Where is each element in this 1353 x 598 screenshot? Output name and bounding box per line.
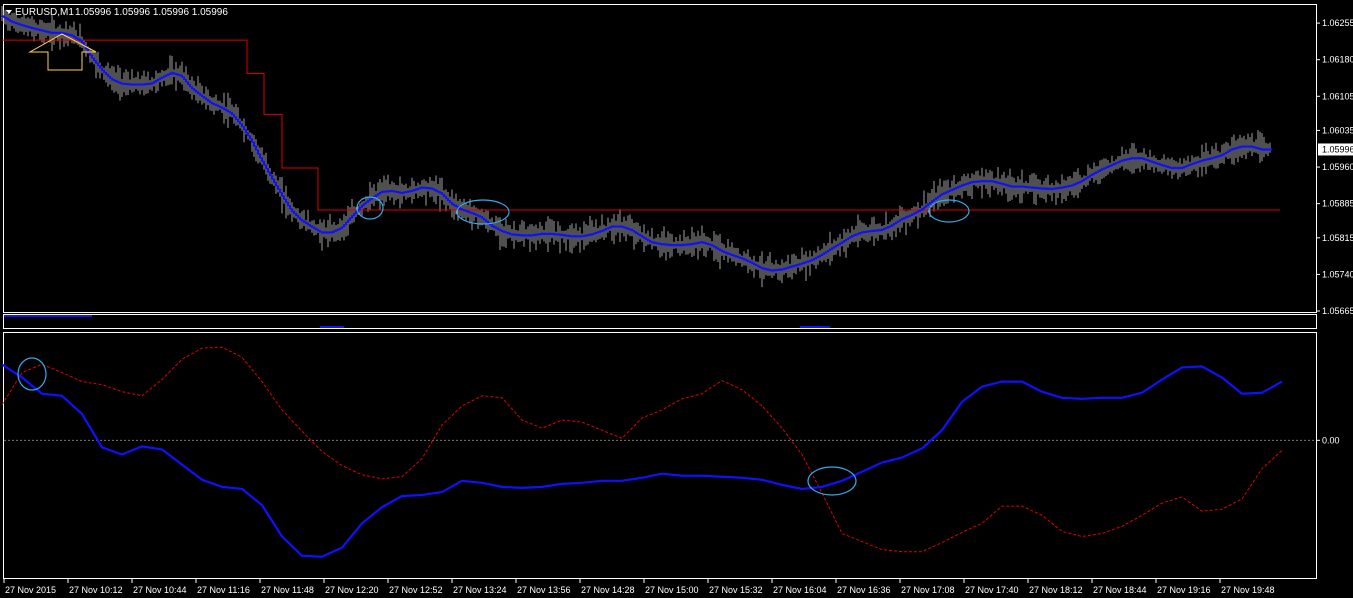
price-bars bbox=[1, 5, 1271, 288]
time-tick-label: 27 Nov 10:12 bbox=[69, 585, 123, 595]
osc-tick-label: 0.00 bbox=[1322, 435, 1340, 445]
time-tick-label: 27 Nov 16:04 bbox=[773, 585, 827, 595]
moving-average-path bbox=[1, 14, 1272, 272]
moving-average-line bbox=[1, 14, 1272, 272]
dropdown-arrow-icon[interactable] bbox=[6, 10, 12, 14]
volume-strip-bar bbox=[4, 315, 92, 317]
current-price-text: 1.05996 bbox=[1322, 144, 1353, 154]
time-tick-label: 27 Nov 16:36 bbox=[837, 585, 891, 595]
oscillator-main-line bbox=[1, 363, 1283, 558]
time-tick-label: 27 Nov 11:48 bbox=[261, 585, 314, 595]
signal-line-path bbox=[1, 346, 1283, 553]
ohlc-values: 1.05996 1.05996 1.05996 1.05996 bbox=[75, 7, 228, 18]
oscillator-pane-frame bbox=[3, 332, 1317, 579]
price-axis: 1.06255 1.06180 1.06105 1.06035 1.05960 1.058… bbox=[1316, 18, 1353, 316]
time-tick-label: 27 Nov 10:44 bbox=[133, 585, 187, 595]
main-line-path bbox=[1, 363, 1283, 558]
time-tick-label: 27 Nov 17:40 bbox=[965, 585, 1019, 595]
price-tick-label: 1.06180 bbox=[1322, 55, 1353, 65]
time-tick-label: 27 Nov 18:44 bbox=[1093, 585, 1147, 595]
price-tick-label: 1.06105 bbox=[1322, 91, 1353, 101]
highlight-circle bbox=[456, 199, 510, 225]
time-axis: 27 Nov 2015 27 Nov 10:12 27 Nov 10:44 27 No… bbox=[3, 579, 1275, 595]
price-tick-label: 1.06035 bbox=[1322, 125, 1353, 135]
time-tick-label: 27 Nov 13:24 bbox=[453, 585, 507, 595]
time-tick-label: 27 Nov 13:56 bbox=[517, 585, 571, 595]
price-tick-label: 1.05740 bbox=[1322, 269, 1353, 279]
time-tick-label: 27 Nov 2015 bbox=[5, 585, 56, 595]
time-tick-label: 27 Nov 15:32 bbox=[709, 585, 763, 595]
oscillator-axis: 0.00 bbox=[1316, 435, 1340, 445]
trading-chart: EURUSD,M1 1.05996 1.05996 1.05996 1.0599… bbox=[1, 4, 1353, 595]
time-tick-label: 27 Nov 11:16 bbox=[197, 585, 250, 595]
price-tick-label: 1.05815 bbox=[1322, 233, 1353, 243]
oscillator-signal-line bbox=[1, 346, 1283, 553]
time-tick-label: 27 Nov 14:28 bbox=[581, 585, 635, 595]
volume-strip-frame bbox=[3, 314, 1317, 329]
highlight-circle bbox=[807, 466, 857, 496]
price-tick-label: 1.05885 bbox=[1322, 199, 1353, 209]
time-tick-label: 27 Nov 15:00 bbox=[645, 585, 699, 595]
time-tick-label: 27 Nov 18:12 bbox=[1029, 585, 1083, 595]
price-tick-label: 1.05960 bbox=[1322, 162, 1353, 172]
price-tick-label: 1.05665 bbox=[1322, 306, 1353, 316]
highlight-circle bbox=[928, 199, 970, 223]
time-tick-label: 27 Nov 12:52 bbox=[389, 585, 443, 595]
time-tick-label: 27 Nov 19:16 bbox=[1157, 585, 1211, 595]
volume-strip-marker bbox=[800, 326, 830, 328]
time-tick-label: 27 Nov 12:20 bbox=[325, 585, 379, 595]
price-tick-label: 1.06255 bbox=[1322, 18, 1353, 28]
time-tick-label: 27 Nov 17:08 bbox=[901, 585, 955, 595]
volume-strip-marker bbox=[320, 326, 344, 328]
time-tick-label: 27 Nov 19:48 bbox=[1221, 585, 1275, 595]
current-price-label: 1.05996 bbox=[1318, 143, 1353, 156]
